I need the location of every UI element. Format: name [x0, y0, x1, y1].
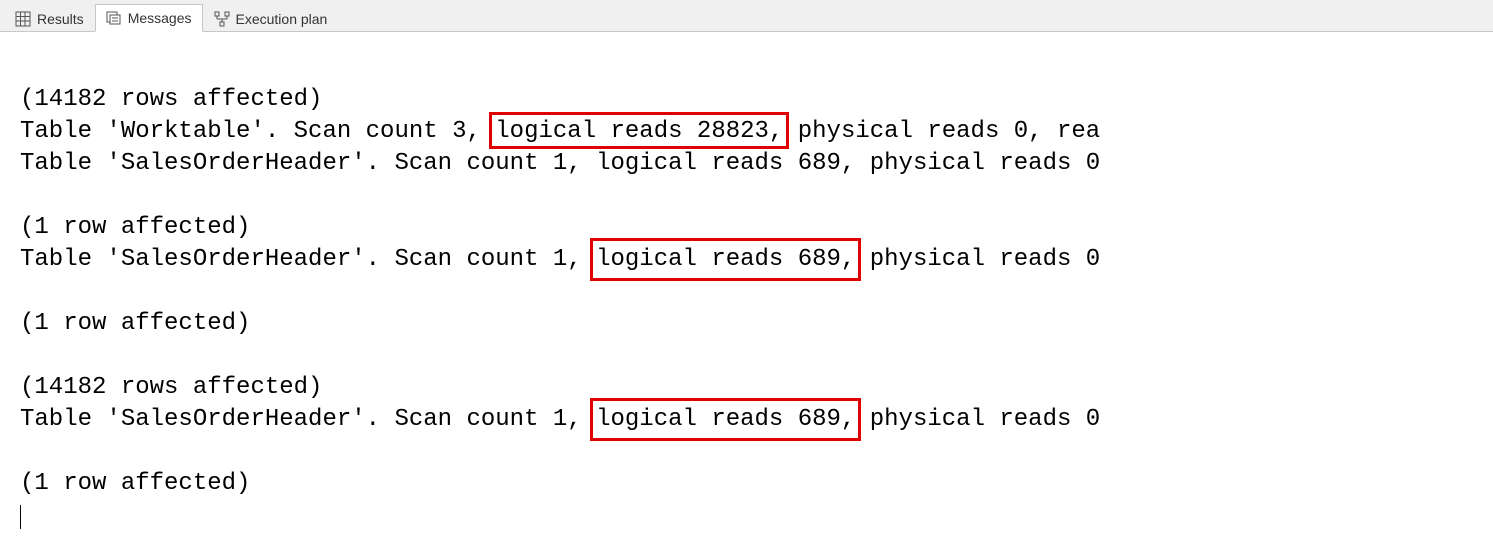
tab-results[interactable]: Results	[4, 4, 95, 32]
grid-icon	[15, 11, 31, 27]
stats-line: Table 'SalesOrderHeader'. Scan count 1, …	[20, 244, 1493, 276]
logical-reads-highlight: logical reads 689,	[596, 406, 855, 433]
rows-affected-text: (1 row affected)	[20, 212, 1493, 244]
stats-line: Table 'SalesOrderHeader'. Scan count 1, …	[20, 404, 1493, 436]
stats-line: Table 'Worktable'. Scan count 3, logical…	[20, 116, 1493, 148]
rows-affected-text: (1 row affected)	[20, 308, 1493, 340]
execution-plan-icon	[214, 11, 230, 27]
tab-messages-label: Messages	[128, 10, 192, 26]
tab-results-label: Results	[37, 11, 84, 27]
logical-reads-highlight: logical reads 689,	[596, 246, 855, 273]
tab-messages[interactable]: Messages	[95, 4, 203, 32]
messages-pane[interactable]: (14182 rows affected) Table 'Worktable'.…	[0, 32, 1493, 532]
stats-line: Table 'SalesOrderHeader'. Scan count 1, …	[20, 148, 1493, 180]
text-cursor-icon	[20, 505, 21, 529]
rows-affected-text: (14182 rows affected)	[20, 84, 1493, 116]
tab-bar: Results Messages Execution plan	[0, 0, 1493, 32]
tab-execution-plan[interactable]: Execution plan	[203, 4, 339, 32]
tab-execution-plan-label: Execution plan	[236, 11, 328, 27]
logical-reads-highlight: logical reads 28823,	[495, 118, 783, 145]
cursor-position	[20, 500, 1493, 532]
messages-icon	[106, 10, 122, 26]
rows-affected-text: (1 row affected)	[20, 468, 1493, 500]
rows-affected-text: (14182 rows affected)	[20, 372, 1493, 404]
